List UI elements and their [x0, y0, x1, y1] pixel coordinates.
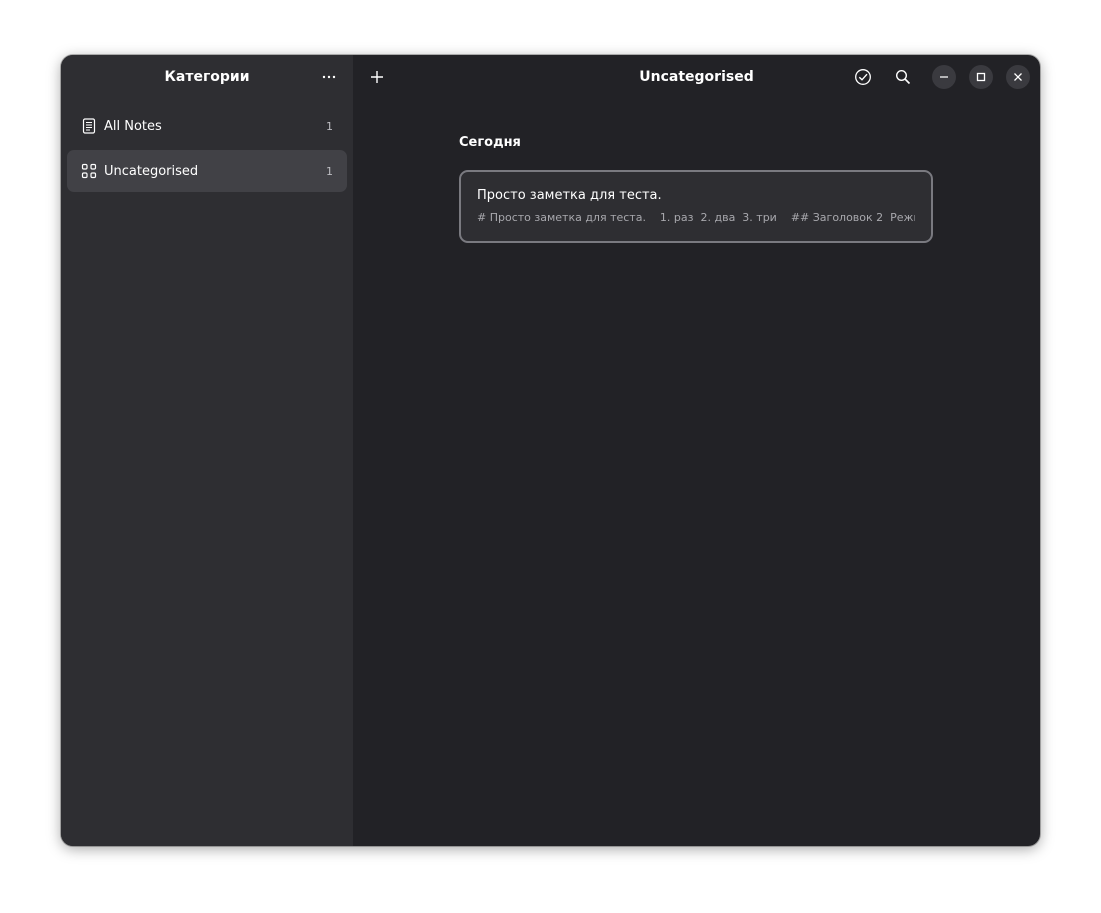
sidebar-item-label: Uncategorised [104, 163, 199, 179]
sidebar-item-count: 1 [326, 119, 333, 133]
search-icon [895, 69, 911, 85]
search-button[interactable] [887, 61, 919, 93]
maximize-icon [976, 72, 986, 82]
note-preview: # Просто заметка для теста. 1. раз 2. дв… [477, 211, 915, 224]
sidebar-title: Категории [164, 69, 250, 85]
select-mode-button[interactable] [847, 61, 879, 93]
maximize-button[interactable] [969, 65, 993, 89]
close-icon [1014, 73, 1022, 81]
sidebar-item-count: 1 [326, 164, 333, 178]
section-title: Сегодня [459, 135, 521, 150]
header-bar: Uncategorised [353, 55, 1040, 99]
check-circle-icon [855, 69, 871, 85]
sidebar-item-uncategorised[interactable]: Uncategorised 1 [67, 150, 347, 192]
minimize-button[interactable] [932, 65, 956, 89]
main-content: Uncategorised Сегодня Просто заметка для… [353, 55, 1040, 846]
minimize-icon [940, 76, 948, 78]
sidebar-header: Категории [61, 55, 353, 99]
sidebar-item-label: All Notes [104, 118, 162, 134]
sidebar: Категории All Notes 1 Uncategorised 1 [61, 55, 353, 846]
notes-icon [81, 118, 97, 134]
more-icon [322, 75, 336, 79]
close-button[interactable] [1006, 65, 1030, 89]
add-note-button[interactable] [361, 61, 393, 93]
header-actions [839, 55, 1030, 99]
app-window: Категории All Notes 1 Uncategorised 1 Un… [61, 55, 1040, 846]
grid-icon [81, 163, 97, 179]
sidebar-item-all-notes[interactable]: All Notes 1 [67, 105, 347, 147]
category-list: All Notes 1 Uncategorised 1 [61, 99, 353, 201]
plus-icon [371, 71, 383, 83]
note-title: Просто заметка для теста. [477, 188, 662, 203]
sidebar-menu-button[interactable] [313, 61, 345, 93]
note-card[interactable]: Просто заметка для теста. # Просто замет… [459, 170, 933, 243]
